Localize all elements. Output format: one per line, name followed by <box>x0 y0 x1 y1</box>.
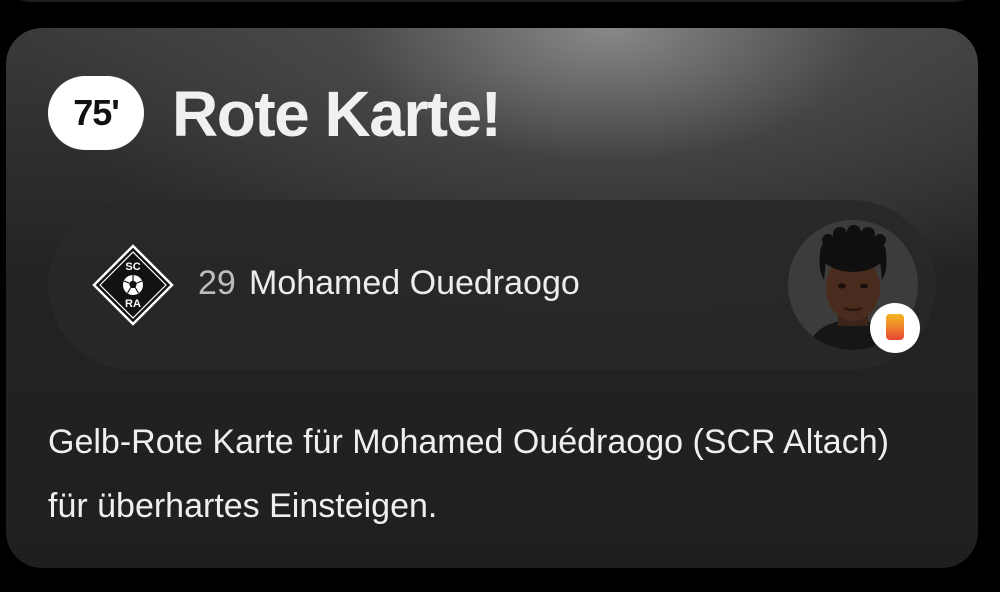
club-logo-text-top: SC <box>125 261 140 273</box>
previous-event-card-edge <box>8 0 976 2</box>
event-title: Rote Karte! <box>172 78 502 150</box>
player-row[interactable]: SC RA 29 Mohamed Ouedraogo <box>48 200 936 370</box>
yellow-red-card-icon <box>870 303 920 353</box>
event-description: Gelb-Rote Karte für Mohamed Ouédraogo (S… <box>48 423 889 525</box>
minute-badge: 75' <box>48 76 144 150</box>
club-logo: SC RA <box>92 244 174 326</box>
club-logo-text-bottom: RA <box>125 298 141 310</box>
player-number: 29 <box>198 264 236 302</box>
player-name: Mohamed Ouedraogo <box>249 264 580 302</box>
event-card-red-card[interactable]: 75' Rote Karte! SC RA 29 Mohamed Ouedrao… <box>6 28 978 568</box>
